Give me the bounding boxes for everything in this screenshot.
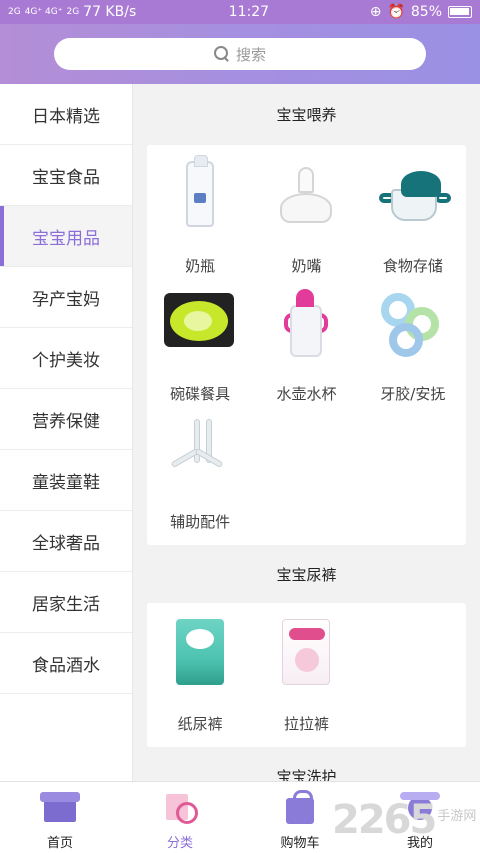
home-icon: [40, 790, 80, 826]
status-bar: 2G 4G⁺ 4G⁺ 2G 77 KB/s 11:27 ⊕ ⏰ 85%: [0, 0, 480, 24]
lock-rotation-icon: ⊕: [369, 4, 382, 20]
sidebar-item-label: 居家生活: [32, 594, 100, 615]
sidebar-item-label: 个护美妆: [32, 350, 100, 371]
food-storage-image: [373, 157, 453, 237]
product-item-sippy-cup[interactable]: 水壶水杯: [253, 283, 359, 411]
sidebar-item-label: 食品酒水: [32, 655, 100, 676]
sidebar-item-label: 全球奢品: [32, 533, 100, 554]
category-content: 宝宝喂养 奶瓶 奶嘴 食物存储 碗碟餐具 水壶水杯 牙胶/安抚 辅助配件 宝宝尿…: [133, 84, 480, 781]
search-input[interactable]: 搜索: [54, 38, 426, 70]
sippy-cup-image: [266, 285, 346, 365]
search-icon: [213, 46, 230, 62]
signal-2g-label: 2G: [8, 6, 21, 17]
product-label: 辅助配件: [170, 513, 231, 531]
section-title: 宝宝喂养: [276, 106, 337, 124]
battery-percent: 85%: [410, 4, 442, 20]
product-item-food-storage[interactable]: 食物存储: [360, 155, 466, 283]
signal-4g-label: 4G⁺ 4G⁺: [24, 6, 63, 17]
product-label: 奶嘴: [291, 257, 322, 275]
watermark-number: 2265: [332, 797, 437, 843]
watermark-text: 手游网: [437, 808, 477, 824]
product-item-pullup[interactable]: 拉拉裤: [253, 613, 359, 741]
category-sidebar: 日本精选 宝宝食品 宝宝用品 孕产宝妈 个护美妆 营养保健 童装童鞋 全球奢品 …: [0, 84, 133, 781]
sidebar-item-food-drink[interactable]: 食品酒水: [0, 633, 132, 694]
baby-bottle-image: [160, 155, 240, 237]
product-label: 拉拉裤: [283, 715, 329, 733]
tab-category[interactable]: 分类: [120, 782, 240, 853]
teether-image: [373, 285, 453, 365]
product-grid-diapers: 纸尿裤 拉拉裤: [147, 603, 466, 747]
search-placeholder: 搜索: [235, 45, 266, 64]
category-icon: [160, 790, 200, 826]
tab-label: 分类: [166, 836, 193, 851]
sidebar-item-health[interactable]: 营养保健: [0, 389, 132, 450]
tab-label: 首页: [46, 836, 73, 851]
sidebar-item-label: 营养保健: [32, 411, 100, 432]
product-item-tableware[interactable]: 碗碟餐具: [147, 283, 253, 411]
sidebar-item-japan-select[interactable]: 日本精选: [0, 84, 132, 145]
sidebar-item-label: 童装童鞋: [32, 472, 100, 493]
product-label: 奶瓶: [185, 257, 216, 275]
sidebar-item-baby-goods[interactable]: 宝宝用品: [0, 206, 132, 267]
nipple-image: [266, 157, 346, 237]
product-item-teether[interactable]: 牙胶/安抚: [360, 283, 466, 411]
product-label: 纸尿裤: [177, 715, 223, 733]
tab-home[interactable]: 首页: [0, 782, 120, 853]
product-item-accessories[interactable]: 辅助配件: [147, 411, 253, 539]
section-title: 宝宝尿裤: [276, 565, 337, 584]
sidebar-item-label: 孕产宝妈: [32, 289, 100, 310]
sidebar-item-label: 日本精选: [32, 106, 100, 127]
sidebar-item-beauty[interactable]: 个护美妆: [0, 328, 132, 389]
product-label: 水壶水杯: [276, 385, 337, 403]
product-label: 牙胶/安抚: [380, 385, 446, 403]
signal-2g-label-2: 2G: [66, 6, 80, 17]
battery-icon: [448, 6, 472, 18]
product-item-nipple[interactable]: 奶嘴: [253, 155, 359, 283]
merries-pullup-image: [266, 615, 346, 695]
product-item-bottle[interactable]: 奶瓶: [147, 155, 253, 283]
sidebar-item-label: 宝宝用品: [32, 228, 100, 249]
sidebar-item-kids-clothing[interactable]: 童装童鞋: [0, 450, 132, 511]
status-right: ⊕ ⏰ 85%: [370, 4, 472, 20]
product-grid-feeding: 奶瓶 奶嘴 食物存储 碗碟餐具 水壶水杯 牙胶/安抚 辅助配件: [147, 145, 466, 545]
section-title: 宝宝洗护: [276, 767, 337, 782]
bowl-tableware-image: [160, 285, 240, 365]
cart-icon: [280, 790, 320, 826]
tab-label: 购物车: [280, 836, 320, 851]
product-label: 碗碟餐具: [170, 385, 231, 403]
sidebar-item-maternity[interactable]: 孕产宝妈: [0, 267, 132, 328]
alarm-icon: ⏰: [387, 4, 405, 20]
pampers-diaper-image: [160, 615, 240, 695]
watermark-logo: 2265 手游网: [332, 796, 480, 844]
sidebar-item-label: 宝宝食品: [32, 167, 100, 188]
sidebar-item-home-living[interactable]: 居家生活: [0, 572, 132, 633]
product-item-diaper[interactable]: 纸尿裤: [147, 613, 253, 741]
sidebar-item-luxury[interactable]: 全球奢品: [0, 511, 132, 572]
header: 搜索: [0, 24, 480, 84]
straw-accessories-image: [160, 413, 240, 493]
product-label: 食物存储: [382, 257, 443, 275]
sidebar-item-baby-food[interactable]: 宝宝食品: [0, 145, 132, 206]
status-time: 11:27: [228, 4, 270, 20]
